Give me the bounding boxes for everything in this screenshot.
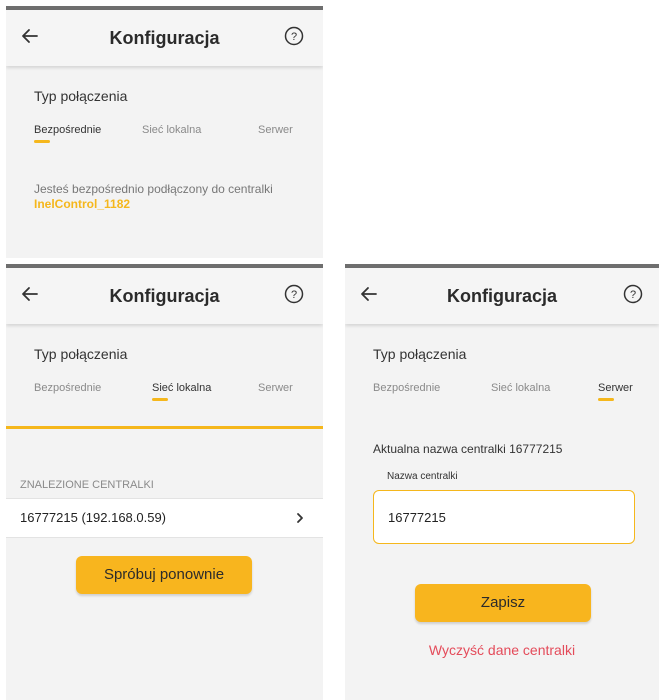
help-circle-icon[interactable]: ? — [282, 24, 306, 48]
save-button[interactable]: Zapisz — [415, 584, 591, 622]
loading-bar — [6, 426, 323, 429]
chevron-right-icon — [297, 513, 303, 523]
tab-local-network[interactable]: Sieć lokalna — [152, 382, 211, 394]
app-header: Konfiguracja ? — [345, 268, 659, 324]
active-tab-indicator — [34, 140, 50, 143]
section-label: Typ połączenia — [34, 88, 128, 104]
app-header: Konfiguracja ? — [6, 10, 323, 66]
field-label: Nazwa centralki — [387, 471, 458, 482]
section-label: Typ połączenia — [373, 346, 467, 362]
screen-server: Konfiguracja ? Typ połączenia Bezpośredn… — [345, 264, 659, 700]
svg-text:?: ? — [630, 289, 636, 301]
connection-info-text: Jesteś bezpośrednio podłączony do centra… — [34, 182, 273, 196]
list-item[interactable]: 16777215 (192.168.0.59) — [6, 498, 323, 538]
tab-server[interactable]: Serwer — [258, 382, 293, 394]
screen-local-network: Konfiguracja ? Typ połączenia Bezpośredn… — [6, 264, 323, 700]
app-header: Konfiguracja ? — [6, 268, 323, 324]
tab-server[interactable]: Serwer — [258, 124, 293, 136]
clear-device-data-link[interactable]: Wyczyść dane centralki — [345, 642, 659, 658]
device-name: InelControl_1182 — [34, 197, 131, 211]
retry-button[interactable]: Spróbuj ponownie — [76, 556, 252, 594]
screen-direct: Konfiguracja ? Typ połączenia Bezpośredn… — [6, 6, 323, 258]
tab-local-network[interactable]: Sieć lokalna — [142, 124, 201, 136]
page-title: Konfiguracja — [109, 286, 220, 306]
active-tab-indicator — [598, 398, 614, 401]
active-tab-indicator — [152, 398, 168, 401]
found-devices-header: ZNALEZIONE CENTRALKI — [20, 479, 154, 491]
device-name-field[interactable]: 16777215 — [373, 490, 635, 544]
page-title: Konfiguracja — [446, 286, 557, 306]
section-label: Typ połączenia — [34, 346, 128, 362]
svg-text:?: ? — [291, 289, 297, 301]
tab-direct[interactable]: Bezpośrednie — [34, 382, 101, 394]
help-circle-icon[interactable]: ? — [621, 282, 645, 306]
tab-server[interactable]: Serwer — [598, 382, 633, 394]
tab-local-network[interactable]: Sieć lokalna — [491, 382, 550, 394]
field-value: 16777215 — [388, 510, 446, 525]
page-title: Konfiguracja — [109, 28, 220, 48]
current-name-text: Aktualna nazwa centralki 16777215 — [373, 442, 563, 456]
tab-direct[interactable]: Bezpośrednie — [373, 382, 440, 394]
help-circle-icon[interactable]: ? — [282, 282, 306, 306]
svg-text:?: ? — [291, 31, 297, 43]
tab-direct[interactable]: Bezpośrednie — [34, 124, 101, 136]
device-item-label: 16777215 (192.168.0.59) — [20, 510, 167, 525]
